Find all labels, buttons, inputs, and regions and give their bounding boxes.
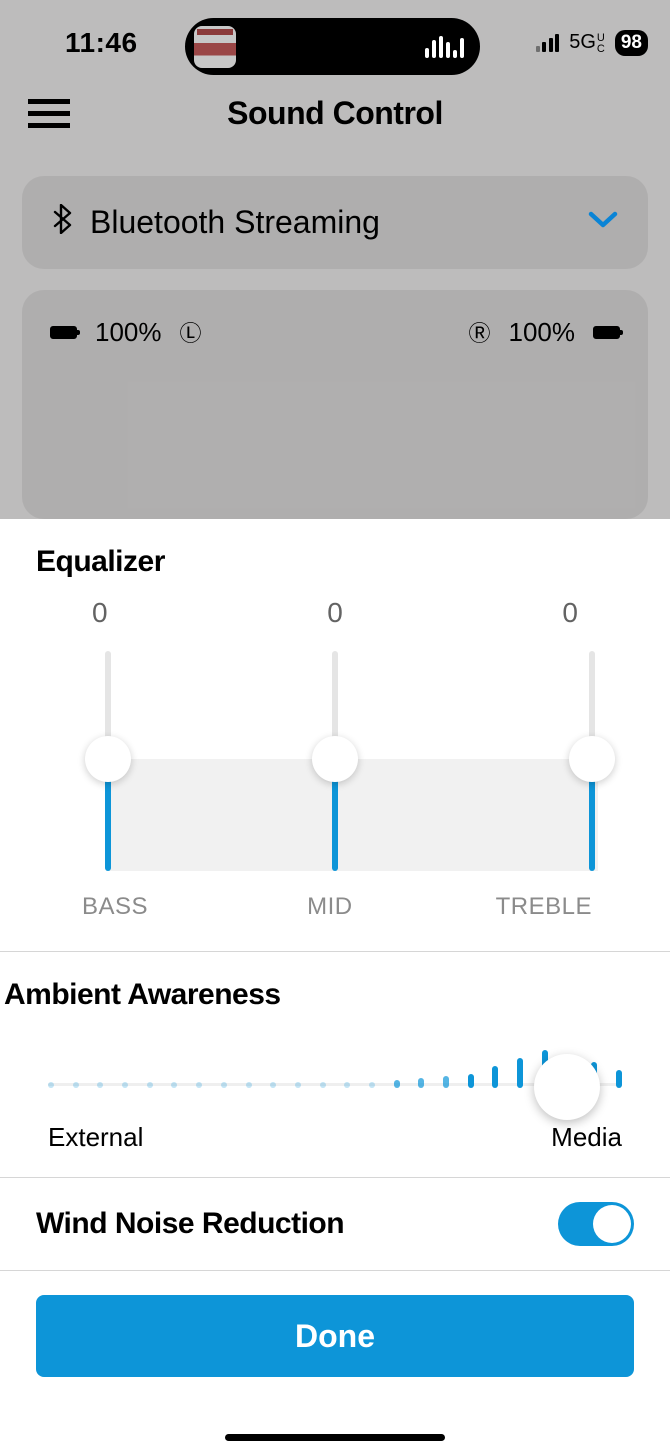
status-time: 11:46 xyxy=(65,27,138,59)
right-battery: Ⓡ 100% xyxy=(468,316,620,348)
left-battery-pct: 100% xyxy=(95,317,162,348)
done-button[interactable]: Done xyxy=(36,1295,634,1377)
eq-bass-label: BASS xyxy=(82,893,148,921)
bluetooth-icon xyxy=(52,204,72,241)
eq-treble-value: 0 xyxy=(562,597,578,629)
wind-noise-row: Wind Noise Reduction xyxy=(0,1178,670,1270)
eq-bass-value: 0 xyxy=(92,597,108,629)
eq-mid-value: 0 xyxy=(327,597,343,629)
right-indicator-icon: Ⓡ xyxy=(468,316,490,348)
ambient-section: Ambient Awareness External Media xyxy=(0,952,670,1177)
ambient-slider-track xyxy=(48,1040,622,1088)
equalizer-title: Equalizer xyxy=(36,545,634,579)
eq-mid-label: MID xyxy=(307,893,353,921)
right-battery-pct: 100% xyxy=(509,317,576,348)
ambient-media-label: Media xyxy=(551,1122,622,1153)
wind-noise-title: Wind Noise Reduction xyxy=(36,1207,344,1241)
battery-level: 98 xyxy=(615,30,648,56)
signal-strength-icon xyxy=(536,34,560,52)
network-label: 5GUC xyxy=(569,31,605,55)
streaming-selector[interactable]: Bluetooth Streaming xyxy=(22,176,648,269)
streaming-label: Bluetooth Streaming xyxy=(90,204,380,241)
chevron-down-icon xyxy=(588,211,618,234)
ambient-slider[interactable] xyxy=(534,1054,600,1120)
audio-waveform-icon xyxy=(425,36,464,58)
ambient-external-label: External xyxy=(48,1122,143,1153)
equalizer-section: Equalizer 0 0 0 BASS MID TREBLE xyxy=(0,519,670,933)
battery-icon xyxy=(593,326,620,339)
home-indicator[interactable] xyxy=(225,1434,445,1441)
now-playing-album-art-icon xyxy=(194,26,236,68)
page-title: Sound Control xyxy=(0,95,670,132)
left-indicator-icon: Ⓛ xyxy=(180,316,202,348)
dynamic-island[interactable] xyxy=(185,18,480,75)
battery-icon xyxy=(50,326,77,339)
status-bar: 11:46 5GUC 98 xyxy=(0,28,670,58)
sound-control-sheet: Equalizer 0 0 0 BASS MID TREBLE Ambient … xyxy=(0,519,670,1452)
ambient-title: Ambient Awareness xyxy=(2,978,668,1012)
eq-mid-slider[interactable] xyxy=(312,736,358,782)
eq-treble-slider[interactable] xyxy=(569,736,615,782)
equalizer-sliders xyxy=(72,651,598,871)
battery-card: 100% Ⓛ Ⓡ 100% xyxy=(22,290,648,519)
eq-treble-label: TREBLE xyxy=(496,893,592,921)
eq-bass-slider[interactable] xyxy=(85,736,131,782)
left-battery: 100% Ⓛ xyxy=(50,316,202,348)
wind-noise-toggle[interactable] xyxy=(558,1202,634,1246)
